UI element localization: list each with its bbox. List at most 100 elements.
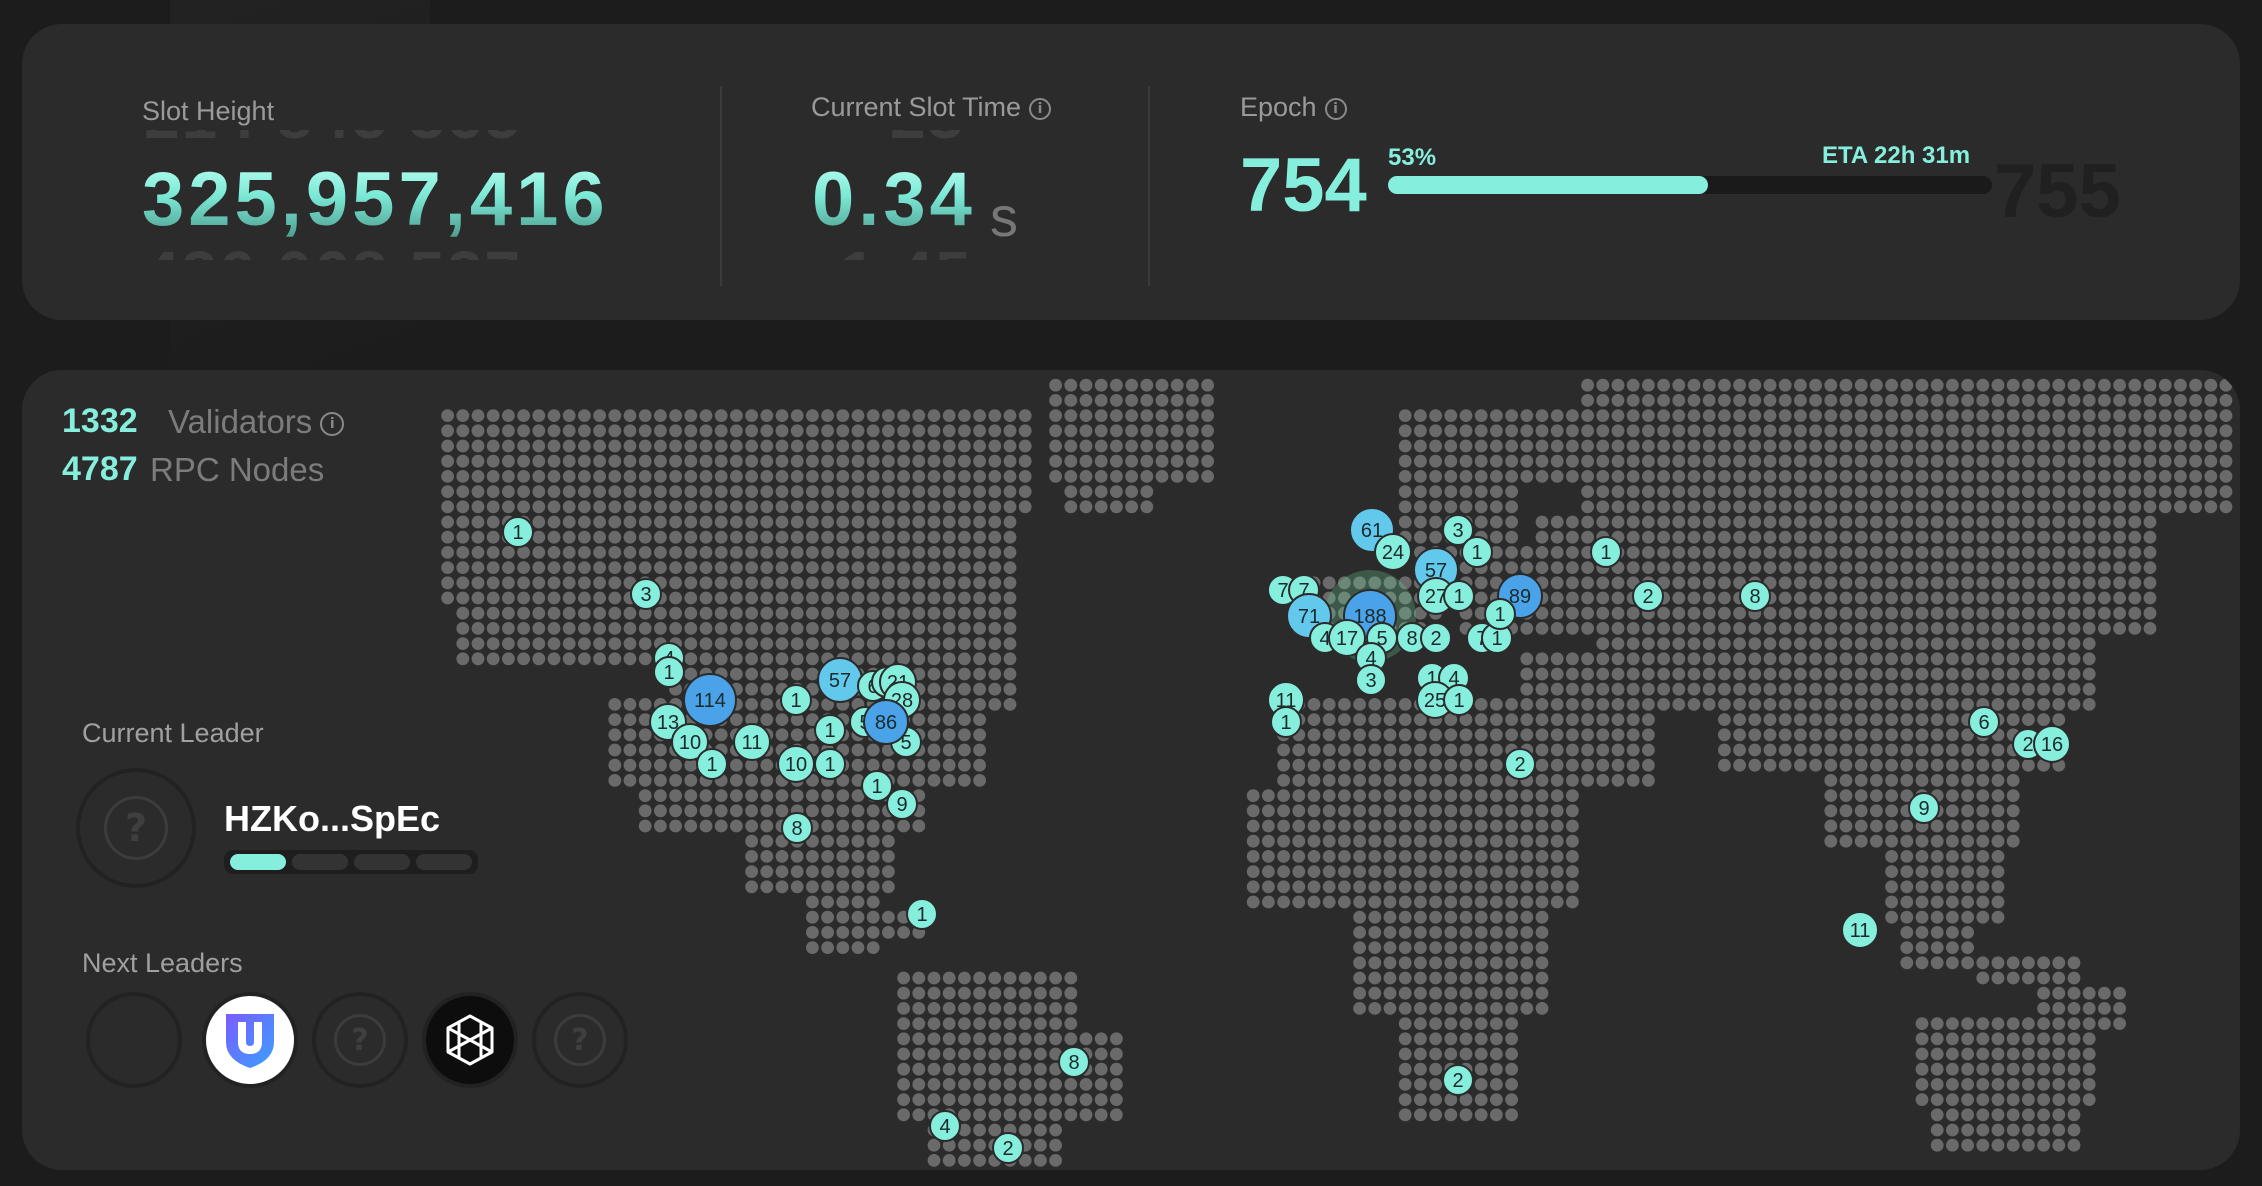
map-dot (1870, 530, 1883, 544)
map-dot (623, 409, 637, 422)
map-dot (1870, 606, 1883, 620)
map-dot (958, 424, 971, 438)
validator-cluster-marker[interactable]: 1 (861, 770, 893, 802)
map-dot (927, 1002, 941, 1015)
map-dot (1870, 394, 1883, 407)
validator-cluster-marker[interactable]: 114 (683, 673, 737, 727)
map-dot (1976, 576, 1990, 590)
next-leader-5-avatar[interactable]: ? (532, 992, 628, 1088)
validator-cluster-marker[interactable]: 1 (1484, 598, 1516, 630)
validator-cluster-marker[interactable]: 2 (1632, 580, 1664, 612)
map-dot (1155, 454, 1169, 468)
map-dot (1626, 454, 1640, 468)
map-dot (714, 637, 728, 650)
validator-cluster-marker[interactable]: 8 (1739, 580, 1771, 612)
next-leader-1-avatar[interactable] (86, 992, 182, 1088)
validator-cluster-marker[interactable]: 1 (814, 714, 846, 746)
next-leader-4-avatar[interactable] (422, 992, 518, 1088)
validator-cluster-marker[interactable]: 9 (886, 788, 918, 820)
info-icon[interactable]: i (1324, 97, 1347, 120)
validator-cluster-marker[interactable]: 16 (2033, 725, 2071, 763)
validator-cluster-marker[interactable]: 9 (1908, 792, 1940, 824)
validator-cluster-marker[interactable]: 4 (929, 1110, 961, 1142)
map-dot (821, 470, 834, 483)
validator-cluster-marker[interactable]: 8 (1058, 1046, 1090, 1078)
validator-cluster-marker[interactable]: 10 (777, 745, 815, 783)
current-leader-avatar[interactable]: ? (76, 768, 196, 888)
validator-cluster-marker[interactable]: 11 (1841, 911, 1879, 949)
validator-cluster-marker[interactable]: 1 (1443, 684, 1475, 716)
validator-cluster-marker[interactable]: 86 (863, 699, 909, 745)
validator-cluster-marker[interactable]: 1 (1590, 536, 1622, 568)
map-dot (1900, 743, 1914, 757)
info-icon[interactable]: i (1029, 97, 1052, 120)
map-dot (1307, 819, 1321, 833)
map-dot (1353, 789, 1366, 802)
validator-cluster-marker[interactable]: 3 (630, 578, 662, 610)
current-leader-name[interactable]: HZKo...SpEc (224, 798, 440, 840)
map-dot (1961, 1047, 1974, 1061)
map-dot (1976, 1032, 1990, 1046)
map-dot (1718, 378, 1731, 392)
map-dot (456, 637, 470, 650)
map-dot (1550, 606, 1564, 620)
map-dot (821, 591, 834, 605)
map-dot (1246, 834, 1260, 848)
marker-count: 11 (742, 732, 763, 754)
map-dot (1079, 1108, 1093, 1122)
map-dot (897, 1002, 910, 1015)
validator-cluster-marker[interactable]: 2 (1420, 622, 1452, 654)
validator-cluster-marker[interactable]: 2 (992, 1132, 1024, 1164)
validator-cluster-marker[interactable]: 1 (1461, 536, 1493, 568)
map-dot (562, 606, 576, 620)
map-dot (1429, 941, 1442, 954)
validator-cluster-marker[interactable]: 1 (1270, 706, 1302, 738)
next-leader-3-avatar[interactable]: ? (312, 992, 408, 1088)
map-dot (1322, 713, 1336, 726)
map-dot (1383, 865, 1397, 878)
validator-cluster-marker[interactable]: 2 (1442, 1064, 1474, 1096)
validator-cluster-marker[interactable]: 11 (733, 723, 771, 761)
map-dot (1870, 789, 1883, 802)
map-dot (2082, 637, 2096, 650)
validator-cluster-marker[interactable]: 8 (781, 812, 813, 844)
map-dot (2067, 956, 2081, 970)
map-dot (1961, 561, 1974, 574)
validator-cluster-marker[interactable]: 24 (1374, 533, 1412, 571)
validator-cluster-marker[interactable]: 1 (1443, 580, 1475, 612)
map-dot (1338, 713, 1351, 726)
map-dot (912, 1047, 926, 1061)
validator-cluster-marker[interactable]: 1 (814, 748, 846, 780)
validator-cluster-marker[interactable]: 6 (1968, 706, 2000, 738)
map-dot (1535, 971, 1549, 985)
map-dot (547, 576, 561, 590)
map-dot (1353, 713, 1366, 726)
validator-cluster-marker[interactable]: 1 (906, 898, 938, 930)
map-dot (1170, 394, 1184, 407)
validator-cluster-marker[interactable]: 57 (817, 657, 863, 703)
validator-cluster-marker[interactable]: 2 (1504, 748, 1536, 780)
validator-cluster-marker[interactable]: 1 (653, 656, 685, 688)
map-dot (1535, 439, 1549, 453)
map-dot (1505, 834, 1518, 848)
map-dot (1854, 378, 1868, 392)
map-dot (775, 728, 789, 742)
map-dot (790, 546, 804, 559)
map-dot (882, 850, 895, 863)
map-dot (1870, 728, 1883, 742)
map-dot (517, 439, 530, 453)
map-dot (882, 637, 895, 650)
map-dot (851, 591, 865, 605)
map-dot (1854, 470, 1868, 483)
validator-cluster-marker[interactable]: 1 (696, 748, 728, 780)
map-dot (532, 606, 546, 620)
validator-cluster-marker[interactable]: 3 (1355, 664, 1387, 696)
next-leader-2-avatar[interactable] (202, 992, 298, 1088)
map-dot (1824, 834, 1838, 848)
validator-cluster-marker[interactable]: 1 (502, 516, 534, 548)
info-icon[interactable]: i (320, 412, 345, 437)
map-dot (730, 409, 743, 422)
map-dot (1946, 394, 1959, 407)
map-dot (638, 622, 652, 635)
validator-cluster-marker[interactable]: 1 (780, 684, 812, 716)
